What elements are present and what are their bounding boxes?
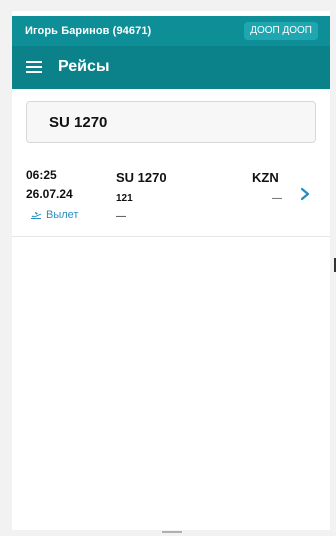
search-value: SU 1270 [49,114,108,131]
home-indicator[interactable] [162,531,182,533]
app-screen: Игорь Баринов (94671) ДООП ДООП Рейсы SU… [12,11,330,530]
flight-date: 26.07.24 [26,187,73,201]
flight-secondary-number: 121 [116,193,133,204]
page-title: Рейсы [58,58,110,75]
destination-code: KZN [252,170,279,185]
direction-label-group: Вылет [30,209,78,221]
flight-list-empty-space [12,237,330,530]
plane-takeoff-icon [31,211,42,219]
flight-search-input[interactable]: SU 1270 [26,101,316,143]
org-badge[interactable]: ДООП ДООП [244,22,318,40]
chevron-right-icon[interactable] [298,186,312,202]
flight-number: SU 1270 [116,170,167,185]
user-name: Игорь Баринов (94671) [25,25,152,37]
flight-list-item[interactable]: 06:25 26.07.24 Вылет SU 1270 121 — KZN — [12,160,330,237]
flight-time: 06:25 [26,168,57,182]
hamburger-menu-icon[interactable] [26,61,42,73]
app-bar: Рейсы [12,46,330,89]
flight-secondary-dash: — [116,211,126,222]
destination-dash: — [272,193,282,204]
user-status-bar: Игорь Баринов (94671) ДООП ДООП [12,16,330,46]
direction-label: Вылет [46,209,79,221]
